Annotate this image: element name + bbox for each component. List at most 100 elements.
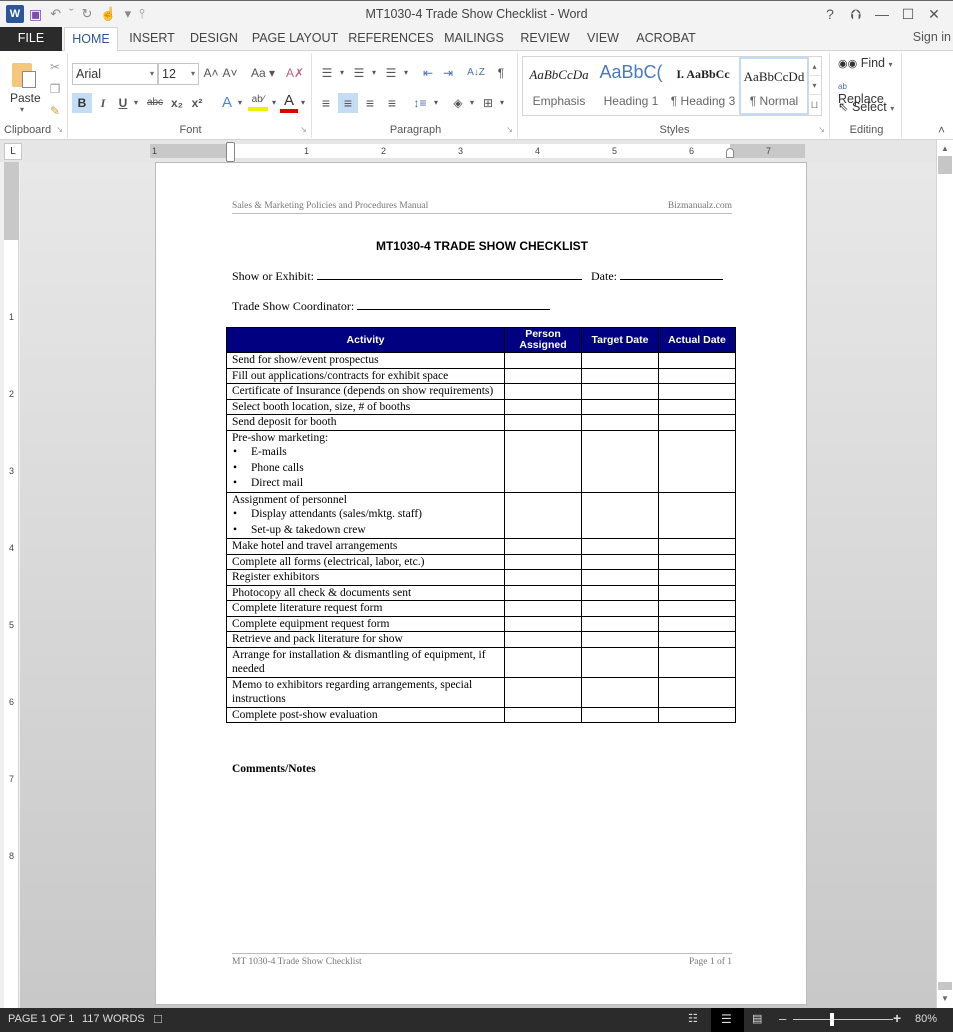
target-date-cell[interactable] xyxy=(581,646,659,678)
style-heading-1[interactable]: AaBbC( Heading 1 xyxy=(595,57,667,115)
actual-date-cell[interactable] xyxy=(658,491,736,539)
actual-date-cell[interactable] xyxy=(658,538,736,555)
show-blank[interactable] xyxy=(317,269,583,280)
text-effects-icon[interactable]: A xyxy=(218,93,236,113)
page-count[interactable]: PAGE 1 OF 1 xyxy=(8,1013,74,1025)
actual-date-cell[interactable] xyxy=(658,398,736,415)
change-case-icon[interactable]: Aa ▾ xyxy=(248,63,278,83)
bold-button[interactable]: B xyxy=(72,93,92,113)
person-assigned-cell[interactable] xyxy=(504,646,582,678)
activity-cell[interactable]: Pre-show marketing:E-mailsPhone callsDir… xyxy=(226,429,505,493)
help-icon[interactable]: ? xyxy=(817,4,843,24)
target-date-cell[interactable] xyxy=(581,569,659,586)
borders-icon[interactable]: ⊞ xyxy=(478,93,498,113)
actual-date-cell[interactable] xyxy=(658,383,736,400)
target-date-cell[interactable] xyxy=(581,553,659,570)
person-assigned-cell[interactable] xyxy=(504,414,582,431)
multilevel-dropdown-icon[interactable]: ▾ xyxy=(402,63,410,83)
highlight-dropdown-icon[interactable]: ▾ xyxy=(270,93,278,113)
tab-insert[interactable]: INSERT xyxy=(124,27,180,51)
activity-cell[interactable]: Complete equipment request form xyxy=(226,615,505,632)
font-color-dropdown-icon[interactable]: ▾ xyxy=(299,93,307,113)
styles-more-icon[interactable]: ⨆ xyxy=(808,95,821,114)
grow-font-icon[interactable]: A˄ xyxy=(203,63,219,83)
person-assigned-cell[interactable] xyxy=(504,615,582,632)
person-assigned-cell[interactable] xyxy=(504,367,582,384)
style-emphasis[interactable]: AaBbCcDa Emphasis xyxy=(523,57,595,115)
tab-review[interactable]: REVIEW xyxy=(518,27,572,51)
target-date-cell[interactable] xyxy=(581,615,659,632)
subscript-button[interactable]: x₂ xyxy=(168,93,186,113)
activity-cell[interactable]: Register exhibitors xyxy=(226,569,505,586)
style-heading-3[interactable]: I. AaBbCc ¶ Heading 3 xyxy=(667,57,739,115)
target-date-cell[interactable] xyxy=(581,429,659,493)
underline-button[interactable]: U xyxy=(114,93,132,113)
select-button[interactable]: ⇖ Select ▾ xyxy=(838,99,894,114)
right-indent-marker[interactable] xyxy=(726,148,734,158)
borders-dropdown-icon[interactable]: ▾ xyxy=(498,93,506,113)
line-spacing-dropdown-icon[interactable]: ▾ xyxy=(432,93,440,113)
font-size-box[interactable]: 12 ▾ xyxy=(158,63,199,85)
actual-date-cell[interactable] xyxy=(658,553,736,570)
target-date-cell[interactable] xyxy=(581,631,659,648)
italic-button[interactable]: I xyxy=(94,93,112,113)
target-date-cell[interactable] xyxy=(581,538,659,555)
styles-launcher-icon[interactable]: ↘ xyxy=(818,125,825,134)
ribbon-display-options-icon[interactable]: ⮉ xyxy=(843,4,869,24)
actual-date-cell[interactable] xyxy=(658,584,736,601)
target-date-cell[interactable] xyxy=(581,367,659,384)
bullets-icon[interactable]: ☰ xyxy=(316,63,338,83)
actual-date-cell[interactable] xyxy=(658,676,736,708)
justify-icon[interactable]: ≡ xyxy=(382,93,402,113)
activity-cell[interactable]: Arrange for installation & dismantling o… xyxy=(226,646,505,678)
date-blank[interactable] xyxy=(620,269,724,280)
target-date-cell[interactable] xyxy=(581,398,659,415)
target-date-cell[interactable] xyxy=(581,352,659,369)
tab-selector[interactable]: L xyxy=(4,143,22,160)
person-assigned-cell[interactable] xyxy=(504,569,582,586)
strikethrough-button[interactable]: abc xyxy=(144,93,166,113)
activity-cell[interactable]: Fill out applications/contracts for exhi… xyxy=(226,367,505,384)
paragraph-launcher-icon[interactable]: ↘ xyxy=(506,125,513,134)
actual-date-cell[interactable] xyxy=(658,631,736,648)
document-page[interactable]: Sales & Marketing Policies and Procedure… xyxy=(155,162,807,1005)
show-marks-icon[interactable]: ¶ xyxy=(492,63,510,83)
sort-icon[interactable]: A↓Z xyxy=(466,63,486,83)
activity-cell[interactable]: Make hotel and travel arrangements xyxy=(226,538,505,555)
font-size-dropdown-icon[interactable]: ▾ xyxy=(191,64,195,84)
proofing-icon[interactable]: □ xyxy=(154,1011,162,1026)
person-assigned-cell[interactable] xyxy=(504,706,582,723)
align-right-icon[interactable]: ≡ xyxy=(360,93,380,113)
tab-references[interactable]: REFERENCES xyxy=(348,27,434,51)
increase-indent-icon[interactable]: ⇥ xyxy=(438,63,458,83)
zoom-slider-thumb[interactable] xyxy=(829,1013,834,1026)
font-name-dropdown-icon[interactable]: ▾ xyxy=(150,64,154,84)
person-assigned-cell[interactable] xyxy=(504,538,582,555)
decrease-indent-icon[interactable]: ⇤ xyxy=(418,63,438,83)
activity-cell[interactable]: Send deposit for booth xyxy=(226,414,505,431)
target-date-cell[interactable] xyxy=(581,706,659,723)
read-mode-icon[interactable]: ☷ xyxy=(688,1012,698,1025)
bullets-dropdown-icon[interactable]: ▾ xyxy=(338,63,346,83)
actual-date-cell[interactable] xyxy=(658,569,736,586)
styles-scroll-down-icon[interactable]: ▾ xyxy=(808,76,821,95)
actual-date-cell[interactable] xyxy=(658,615,736,632)
center-icon[interactable]: ≡ xyxy=(338,93,358,113)
actual-date-cell[interactable] xyxy=(658,429,736,493)
actual-date-cell[interactable] xyxy=(658,352,736,369)
shading-icon[interactable]: ◈ xyxy=(448,93,468,113)
clipboard-launcher-icon[interactable]: ↘ xyxy=(56,125,63,134)
tab-file[interactable]: FILE xyxy=(0,27,62,51)
style-normal[interactable]: AaBbCcDd ¶ Normal xyxy=(739,57,809,115)
line-spacing-icon[interactable]: ↕≡ xyxy=(408,93,432,113)
activity-cell[interactable]: Complete literature request form xyxy=(226,600,505,617)
tab-page-layout[interactable]: PAGE LAYOUT xyxy=(250,27,340,51)
minimize-icon[interactable]: — xyxy=(869,4,895,24)
person-assigned-cell[interactable] xyxy=(504,383,582,400)
scroll-up-icon[interactable]: ▲ xyxy=(937,142,953,156)
paste-button[interactable]: Paste xyxy=(10,91,41,105)
select-dropdown-icon[interactable]: ▾ xyxy=(890,104,894,113)
highlight-icon[interactable]: ab∕ xyxy=(248,93,268,111)
multilevel-list-icon[interactable]: ☰ xyxy=(380,63,402,83)
actual-date-cell[interactable] xyxy=(658,367,736,384)
